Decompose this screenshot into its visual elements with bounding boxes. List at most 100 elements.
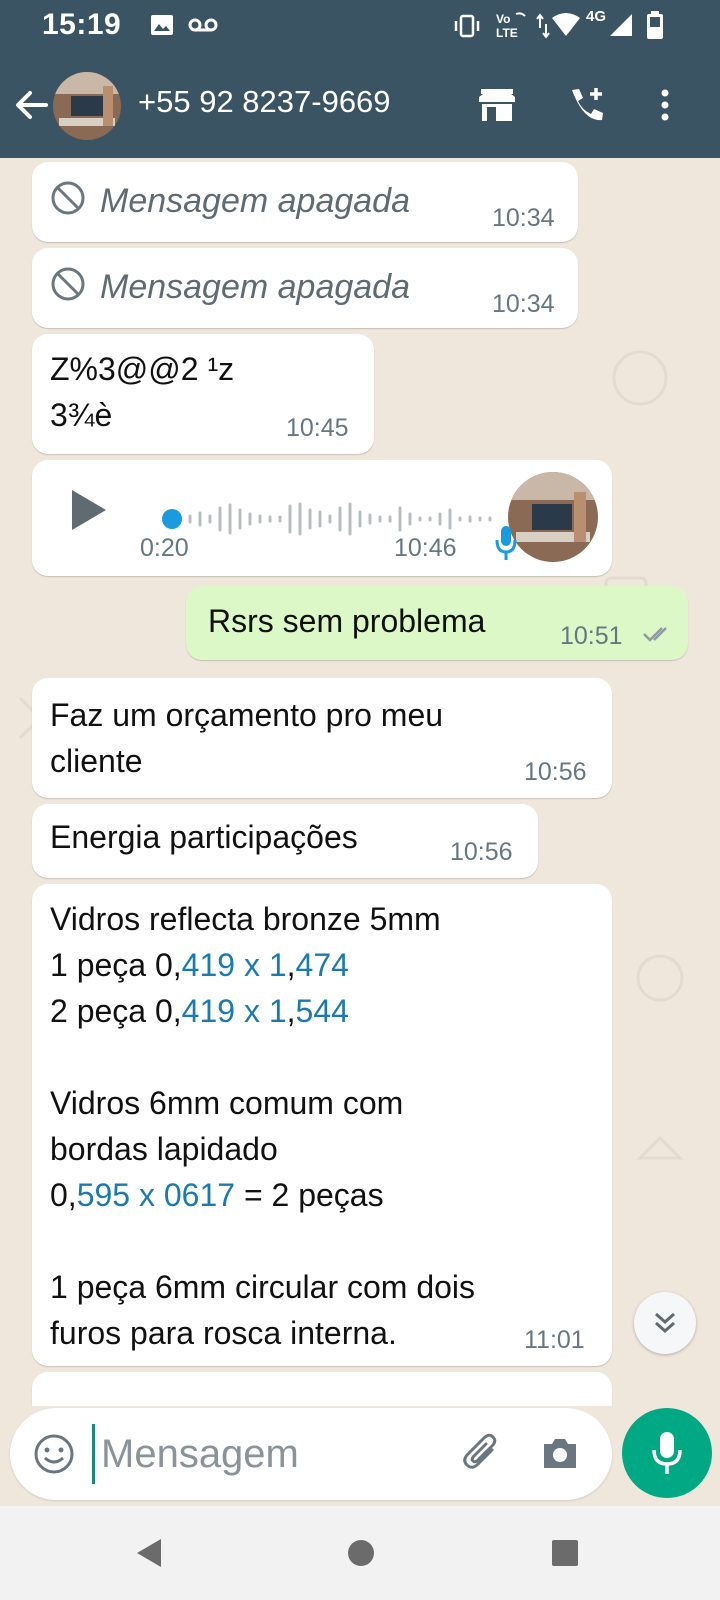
message-deleted[interactable]: Mensagem apagada 10:34	[32, 248, 578, 328]
avatar-image	[53, 72, 121, 140]
message-line: 0,595 x 0617 = 2 peças	[50, 1172, 475, 1218]
message-time: 10:34	[492, 204, 555, 232]
message-text: Z%3@@2 ¹z 3¾è	[50, 351, 235, 433]
status-time: 15:19	[42, 8, 122, 41]
message-line: 1 peça 6mm circular com dois	[50, 1264, 475, 1310]
line-text: bordas lapidado	[50, 1131, 278, 1167]
contact-name[interactable]: +55 92 8237-9669	[138, 84, 391, 120]
composer	[10, 1408, 612, 1500]
recents-square-icon	[552, 1540, 578, 1566]
avatar[interactable]	[53, 72, 121, 140]
chat-header: +55 92 8237-9669	[0, 52, 720, 158]
nav-back-button[interactable]	[124, 1528, 174, 1578]
chat-messages[interactable]: Mensagem apagada 10:34 Mensagem apagada …	[0, 158, 720, 1406]
message-deleted[interactable]: Mensagem apagada 10:34	[32, 162, 578, 242]
store-icon	[479, 89, 515, 121]
message-time: 10:46	[394, 534, 457, 562]
mic-icon	[652, 1432, 682, 1474]
line-text: Vidros 6mm comum com	[50, 1085, 404, 1121]
add-call-icon	[572, 88, 603, 121]
line-text: = 2 peças	[235, 1177, 384, 1213]
play-icon[interactable]	[68, 488, 108, 532]
line-text: 0,	[50, 1177, 77, 1213]
phone-link[interactable]: 595 x 0617	[77, 1177, 235, 1213]
message-line	[50, 1034, 475, 1080]
call-button[interactable]	[562, 80, 612, 130]
arrow-back-icon	[16, 91, 48, 119]
vibrate-icon	[454, 14, 480, 38]
message-input[interactable]	[92, 1424, 452, 1484]
message-text: Energia participações	[50, 819, 358, 855]
message-time: 11:01	[524, 1326, 585, 1354]
line-text: 1 peça 6mm circular com dois	[50, 1269, 476, 1305]
store-button[interactable]	[472, 80, 522, 130]
paperclip-icon[interactable]	[462, 1432, 502, 1476]
message-incoming[interactable]: Z%3@@2 ¹z 3¾è 10:45	[32, 334, 374, 454]
menu-button[interactable]	[640, 80, 690, 130]
message-line: Vidros reflecta bronze 5mm	[50, 896, 475, 942]
system-nav-bar	[0, 1506, 720, 1600]
more-vert-icon	[661, 89, 669, 121]
line-text: ,	[286, 993, 296, 1029]
blocked-icon	[51, 181, 85, 215]
triangle-back-icon	[137, 1539, 161, 1567]
line-text: 2 peça 0,	[50, 993, 182, 1029]
message-line	[50, 1218, 475, 1264]
message-line: furos para rosca interna.	[50, 1310, 475, 1356]
message-line: bordas lapidado	[50, 1126, 475, 1172]
voice-record-button[interactable]	[622, 1408, 712, 1498]
message-incoming[interactable]: Vidros reflecta bronze 5mm 1 peça 0,419 x…	[32, 884, 612, 1366]
message-text: Mensagem apagada	[100, 182, 411, 220]
status-bar: 15:19 Vo LTE 4G	[0, 0, 720, 52]
cell-signal-icon	[610, 14, 632, 36]
message-audio[interactable]: 0:20 10:46	[32, 460, 612, 576]
message-text: Mensagem apagada	[100, 268, 411, 306]
emoji-icon[interactable]	[32, 1432, 76, 1476]
message-time: 10:56	[524, 758, 587, 786]
back-button[interactable]	[12, 82, 52, 128]
line-text: ,	[286, 947, 296, 983]
avatar-image	[508, 472, 598, 562]
phone-link[interactable]: 474	[296, 947, 349, 983]
svg-text:Vo: Vo	[496, 12, 510, 26]
message-incoming-partial[interactable]	[32, 1372, 612, 1406]
svg-text:LTE: LTE	[496, 26, 518, 40]
message-line: 2 peça 0,419 x 1,544	[50, 988, 475, 1034]
message-incoming[interactable]: Energia participações 10:56	[32, 804, 538, 878]
phone-link[interactable]: 419 x 1	[182, 993, 287, 1029]
volte-icon: Vo LTE	[496, 12, 526, 40]
sender-avatar	[508, 472, 598, 562]
message-line: 1 peça 0,419 x 1,474	[50, 942, 475, 988]
battery-icon	[647, 11, 663, 39]
line-text: Vidros reflecta bronze 5mm	[50, 901, 441, 937]
wifi-icon	[536, 13, 580, 39]
line-text: 1 peça 0,	[50, 947, 182, 983]
composer-bar	[0, 1406, 720, 1506]
voicemail-icon	[188, 18, 218, 32]
nav-home-button[interactable]	[336, 1528, 386, 1578]
message-time: 10:34	[492, 290, 555, 318]
message-line: Vidros 6mm comum com	[50, 1080, 475, 1126]
nav-recents-button[interactable]	[540, 1528, 590, 1578]
audio-duration: 0:20	[140, 534, 189, 562]
message-time: 10:56	[450, 838, 513, 866]
message-text: Faz um orçamento pro meu cliente	[50, 697, 444, 779]
mic-icon	[495, 526, 517, 560]
blocked-icon	[51, 267, 85, 301]
message-incoming[interactable]: Faz um orçamento pro meu cliente 10:56	[32, 678, 612, 798]
phone-link[interactable]: 419 x 1	[182, 947, 287, 983]
message-time: 10:45	[286, 414, 349, 442]
message-text: Rsrs sem problema	[208, 603, 486, 639]
phone-link[interactable]: 544	[296, 993, 349, 1029]
gallery-icon	[151, 15, 173, 35]
message-text: Vidros reflecta bronze 5mm 1 peça 0,419 x…	[50, 896, 475, 1356]
camera-icon[interactable]	[540, 1434, 580, 1472]
home-circle-icon	[348, 1540, 374, 1566]
message-time: 10:51	[560, 622, 623, 650]
network-label: 4G	[586, 8, 607, 25]
read-receipt-icon	[643, 627, 667, 642]
double-chevron-down-icon	[655, 1312, 675, 1334]
scroll-to-bottom-button[interactable]	[634, 1292, 696, 1354]
message-outgoing[interactable]: Rsrs sem problema 10:51	[186, 586, 688, 660]
line-text: furos para rosca interna.	[50, 1315, 397, 1351]
